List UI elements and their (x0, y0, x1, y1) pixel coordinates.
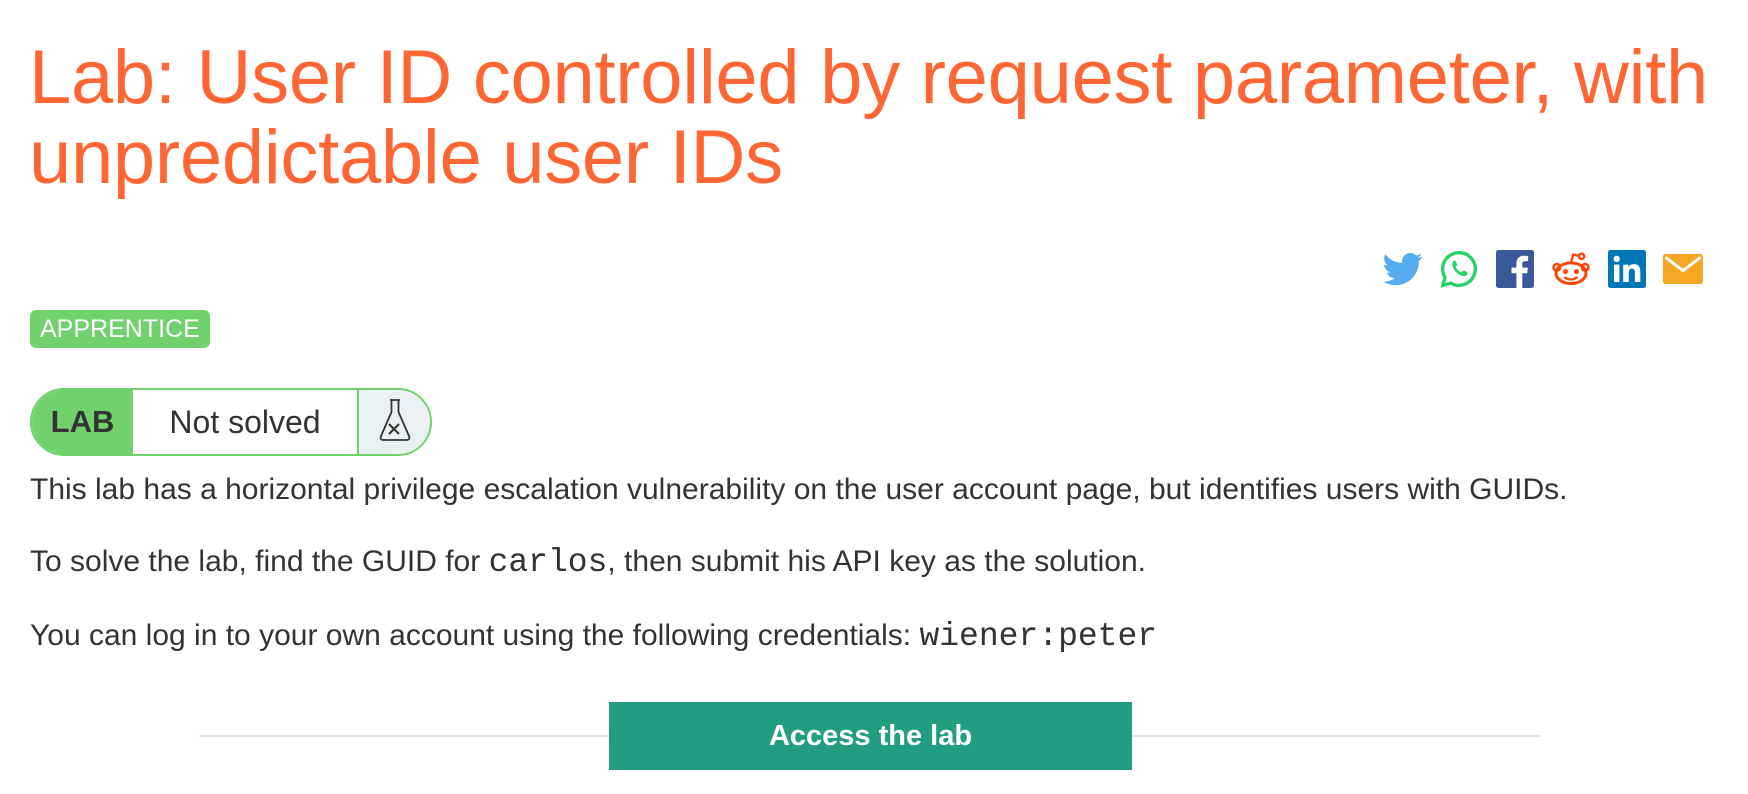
instructions-text-start: To solve the lab, find the GUID for (30, 545, 489, 578)
target-username: carlos (488, 544, 608, 581)
access-lab-button[interactable]: Access the lab (609, 702, 1132, 770)
lab-status-widget: LAB Not solved (30, 388, 432, 456)
flask-icon (377, 398, 413, 447)
instructions-text-end: , then submit his API key as the solutio… (607, 545, 1147, 578)
page-title: Lab: User ID controlled by request param… (29, 35, 1708, 200)
share-toolbar (1383, 248, 1703, 290)
level-badge: APPRENTICE (30, 310, 210, 348)
linkedin-icon[interactable] (1607, 248, 1647, 290)
email-icon[interactable] (1663, 248, 1703, 290)
lab-instructions: To solve the lab, find the GUID for carl… (30, 544, 1146, 581)
whatsapp-icon[interactable] (1439, 248, 1479, 290)
lab-description: This lab has a horizontal privilege esca… (30, 473, 1568, 506)
lab-label: LAB (32, 390, 133, 454)
credentials-line: You can log in to your own account using… (30, 618, 1157, 655)
facebook-icon[interactable] (1495, 248, 1535, 290)
reddit-icon[interactable] (1551, 248, 1591, 290)
credentials-value: wiener:peter (919, 618, 1158, 655)
credentials-text: You can log in to your own account using… (30, 619, 920, 652)
twitter-icon[interactable] (1383, 248, 1423, 290)
status-icon-container (359, 390, 430, 454)
status-text: Not solved (133, 390, 359, 454)
